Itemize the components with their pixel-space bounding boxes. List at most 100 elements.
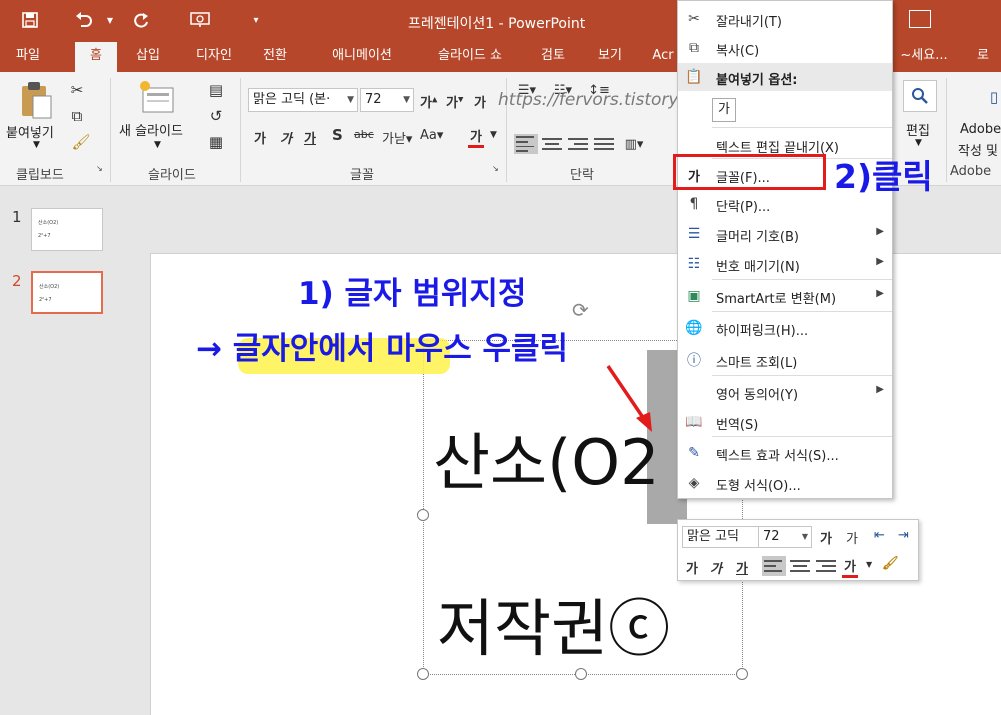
adobe-pdf-icon[interactable]: ▯ [984,82,1001,112]
font-color-dropdown-icon[interactable]: ▼ [490,130,497,140]
undo-dropdown-icon[interactable]: ▼ [96,8,124,32]
save-icon[interactable] [16,8,44,32]
align-right-icon[interactable] [816,556,836,576]
chevron-down-icon: ▼ [347,95,354,105]
columns-icon[interactable]: ▥▾ [620,134,648,154]
tab-review[interactable]: 검토 [533,42,573,72]
menu-item-shape-format[interactable]: ◈ 도형 서식(O)... [678,469,892,497]
new-slide-dropdown-icon[interactable]: ▼ [154,140,161,150]
slide-thumbnail-1[interactable]: 산소(O2) 2²+7 [31,208,103,251]
resize-handle[interactable] [575,668,587,680]
section-icon[interactable]: ▦ [204,132,228,152]
menu-item-hyperlink[interactable]: 🌐 하이퍼링크(H)... [678,314,892,342]
decrease-indent-icon[interactable]: ⇤ [874,528,885,543]
undo-icon[interactable] [70,8,98,32]
editing-dropdown-icon[interactable]: ▼ [915,138,922,148]
font-name-combo[interactable]: 맑은 고딕 (본· ▼ [248,88,358,112]
align-center-icon[interactable] [542,134,562,154]
present-icon[interactable] [186,8,214,32]
new-slide-label[interactable]: 새 슬라이드 [119,120,183,139]
tell-me-box[interactable]: ~세요... [893,42,955,72]
paste-option-keep-text[interactable]: 가 [678,95,892,125]
mini-font-combo[interactable]: 맑은 고딕 [682,526,760,548]
paste-label[interactable]: 붙여넣기 [6,122,54,141]
submenu-arrow-icon: ▶ [876,256,884,267]
font-name-value: 맑은 고딕 (본· [253,92,331,107]
new-slide-icon[interactable] [138,78,178,118]
menu-item-label: 번호 매기기(N) [716,260,800,275]
resize-handle[interactable] [417,509,429,521]
layout-icon[interactable]: ▤ [204,80,228,100]
sign-in-link[interactable]: 로 [968,42,998,72]
search-icon[interactable] [903,80,937,112]
shadow-icon[interactable]: S [332,126,343,144]
tab-file[interactable]: 파일 [8,42,48,72]
clear-format-icon[interactable]: 가 [474,92,486,111]
redo-icon[interactable] [128,8,156,32]
format-painter-icon[interactable]: 🖌 [882,556,899,571]
rotate-handle-icon[interactable]: ⟳ [572,298,589,322]
slide-text-line2[interactable]: 저작권ⓒ [437,578,670,668]
font-color-icon[interactable]: 가 [468,126,484,148]
chevron-down-icon: ▼ [801,532,808,541]
tab-home[interactable]: 홈 [75,42,117,72]
mini-size-combo[interactable]: 72 ▼ [758,526,812,548]
tab-insert[interactable]: 삽입 [128,42,168,72]
font-color-dropdown-icon[interactable]: ▼ [866,560,872,569]
tab-view[interactable]: 보기 [590,42,630,72]
italic-icon[interactable]: 가 [280,128,292,147]
font-size-combo[interactable]: 72 ▼ [360,88,414,112]
underline-icon[interactable]: 가 [736,558,748,577]
bold-icon[interactable]: 가 [686,558,698,577]
submenu-arrow-icon: ▶ [876,384,884,395]
menu-item-cut[interactable]: ✂ 잘라내기(T) [678,5,892,33]
tab-animations[interactable]: 애니메이션 [320,42,404,72]
slide-thumbnail-2[interactable]: 산소(O2) 2²+7 [31,271,103,314]
format-painter-icon[interactable]: 🖌 [70,132,92,152]
justify-icon[interactable] [594,134,614,154]
menu-item-translate[interactable]: 📖 번역(S) [678,408,892,436]
change-case-icon[interactable]: Aa▾ [420,128,443,143]
mini-font-value: 맑은 고딕 [687,529,739,544]
align-left-icon[interactable] [762,556,786,576]
menu-item-copy[interactable]: ⧉ 복사(C) [678,34,892,62]
ribbon-display-icon[interactable] [909,10,931,28]
clipboard-launcher-icon[interactable]: ↘ [96,164,103,173]
italic-icon[interactable]: 가 [710,558,722,577]
menu-item-smartart[interactable]: ▣ SmartArt로 변환(M) ▶ [678,282,892,310]
character-spacing-icon[interactable]: 가낟▾ [382,128,412,147]
adobe-label-line1[interactable]: Adobe [960,122,1001,137]
customize-icon[interactable]: ▾ [242,8,270,32]
tab-design[interactable]: 디자인 [184,42,244,72]
shrink-font-icon[interactable]: 가 [846,528,858,547]
strikethrough-icon[interactable]: abc [354,128,374,141]
align-right-icon[interactable] [568,134,588,154]
font-color-icon[interactable]: 가 [842,556,858,578]
tab-transitions[interactable]: 전환 [253,42,297,72]
resize-handle[interactable] [736,668,748,680]
bold-icon[interactable]: 가 [254,128,266,147]
menu-item-numbering[interactable]: ☷ 번호 매기기(N) ▶ [678,250,892,278]
menu-item-bullets[interactable]: ☰ 글머리 기호(B) ▶ [678,220,892,248]
editing-label[interactable]: 편집 [906,120,930,139]
paste-dropdown-icon[interactable]: ▼ [33,140,40,150]
tab-slideshow[interactable]: 슬라이드 쇼 [424,42,516,72]
tab-acrobat[interactable]: Acr [648,42,678,72]
menu-item-smart-lookup[interactable]: ⓘ 스마트 조회(L) [678,346,892,374]
font-launcher-icon[interactable]: ↘ [492,164,499,173]
adobe-label-line2[interactable]: 작성 및 [958,140,998,159]
resize-handle[interactable] [417,668,429,680]
grow-font-icon[interactable]: 가 [820,528,832,547]
copy-icon[interactable]: ⧉ [66,106,88,126]
cut-icon[interactable]: ✂ [66,80,88,100]
underline-icon[interactable]: 가 [304,128,316,147]
shrink-font-icon[interactable]: 가▼ [446,92,463,111]
menu-item-synonyms[interactable]: 영어 동의어(Y) ▶ [678,378,892,406]
align-left-icon[interactable] [514,134,538,154]
menu-item-text-effects[interactable]: ✎ 텍스트 효과 서식(S)... [678,439,892,467]
increase-indent-icon[interactable]: ⇥ [898,528,909,543]
paste-icon[interactable] [16,78,56,122]
reset-icon[interactable]: ↺ [204,106,228,126]
align-center-icon[interactable] [790,556,810,576]
grow-font-icon[interactable]: 가▲ [420,92,437,111]
